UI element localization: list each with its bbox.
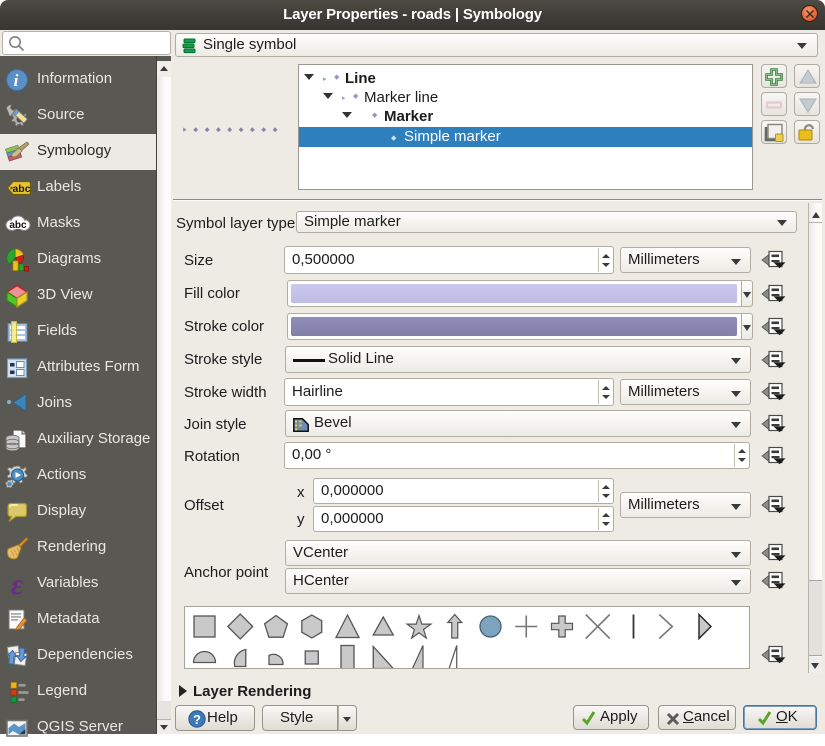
- svg-text:ε: ε: [11, 572, 24, 596]
- svg-text:?: ?: [193, 712, 201, 727]
- svg-text:i: i: [14, 71, 19, 90]
- svg-text:abc: abc: [12, 183, 30, 195]
- svg-text:abc: abc: [9, 220, 27, 231]
